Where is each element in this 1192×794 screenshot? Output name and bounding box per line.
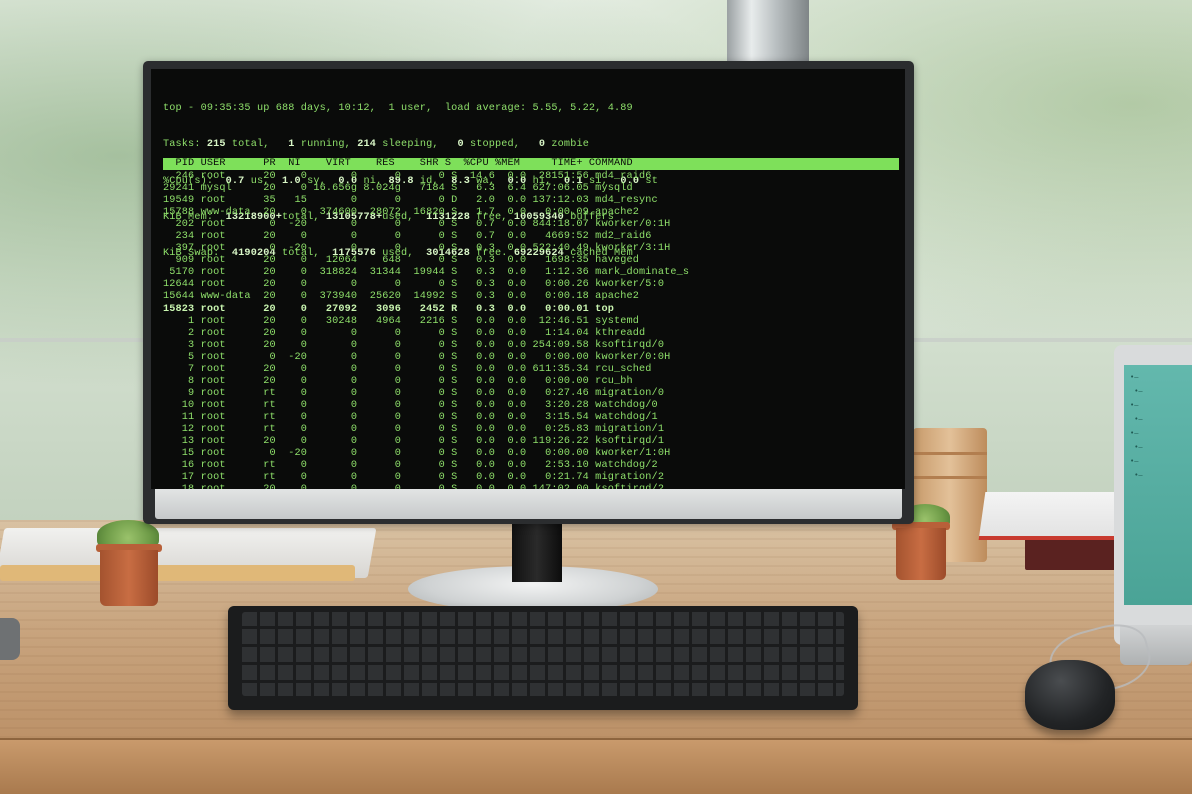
monitor-stand-neck: [512, 522, 562, 582]
process-row: 13 root 20 0 0 0 0 S 0.0 0.0 119:26.22 k…: [163, 436, 665, 448]
summary-label: total,: [225, 139, 289, 151]
keyboard-keys[interactable]: [242, 612, 844, 696]
key-row-gap: [242, 680, 844, 683]
computer-mouse[interactable]: [1025, 660, 1115, 730]
key-row-gap: [242, 626, 844, 629]
process-row: 246 root 20 0 0 0 0 S 14.6 0.0 28151:56 …: [163, 171, 652, 182]
cup-rim-line: [913, 452, 987, 455]
partial-device-left: [0, 618, 20, 660]
clipboard: [978, 492, 1124, 540]
process-row: 8 root 20 0 0 0 0 S 0.0 0.0 0:00.00 rcu_…: [163, 375, 633, 387]
process-row: 397 root 0 -20 0 0 0 S 0.3 0.0 522:40.49…: [163, 243, 671, 255]
summary-label: sleeping,: [376, 139, 458, 151]
notebook-bottom: [0, 565, 355, 581]
summary-label: zombie: [545, 139, 589, 151]
process-row: 15823 root 20 0 27092 3096 2452 R 0.3 0.…: [163, 303, 614, 315]
summary-label: running,: [294, 139, 358, 151]
desk-edge: [0, 738, 1192, 794]
process-row: 3 root 20 0 0 0 0 S 0.0 0.0 254:09.58 ks…: [163, 339, 665, 351]
cup-rim-line: [913, 476, 987, 479]
process-row: 5 root 0 -20 0 0 0 S 0.0 0.0 0:00.00 kwo…: [163, 351, 671, 363]
process-row: 2 root 20 0 0 0 0 S 0.0 0.0 1:14.04 kthr…: [163, 327, 646, 339]
terminal-screen[interactable]: top - 09:35:35 up 688 days, 10:12, 1 use…: [151, 69, 905, 489]
process-row: 909 root 20 0 12064 648 0 S 0.3 0.0 1698…: [163, 255, 640, 267]
plant-pot-right: [896, 528, 946, 580]
plant-pot-left: [100, 550, 158, 606]
summary-uptime-line: top - 09:35:35 up 688 days, 10:12, 1 use…: [163, 103, 633, 115]
process-row: 10 root rt 0 0 0 0 S 0.0 0.0 3:20.28 wat…: [163, 399, 658, 411]
process-row: 202 root 0 -20 0 0 0 S 0.7 0.0 844:18.07…: [163, 219, 671, 231]
process-row: 17 root rt 0 0 0 0 S 0.0 0.0 0:21.74 mig…: [163, 472, 665, 484]
process-row: 12 root rt 0 0 0 0 S 0.0 0.0 0:25.83 mig…: [163, 423, 665, 435]
process-row: 19549 root 35 15 0 0 0 D 2.0 0.0 137:12.…: [163, 195, 658, 207]
process-row: 29241 mysql 20 0 16.656g 8.024g 7184 S 6…: [163, 183, 633, 195]
key-row-gap: [242, 662, 844, 665]
summary-value: 215: [206, 139, 226, 151]
process-row: 7 root 20 0 0 0 0 S 0.0 0.0 611:35.34 rc…: [163, 363, 652, 375]
summary-label: stopped,: [463, 139, 539, 151]
process-row: 5170 root 20 0 318824 31344 19944 S 0.3 …: [163, 267, 690, 279]
process-row: 15644 www-data 20 0 373940 25620 14992 S…: [163, 291, 640, 303]
process-row: 11 root rt 0 0 0 0 S 0.0 0.0 3:15.54 wat…: [163, 411, 658, 423]
summary-tasks-line: Tasks: 215 total, 1 running, 214 sleepin…: [163, 139, 903, 151]
process-row: 15 root 0 -20 0 0 0 S 0.0 0.0 0:00.00 kw…: [163, 448, 671, 460]
process-row: 234 root 20 0 0 0 0 S 0.7 0.0 4669:52 md…: [163, 231, 652, 243]
laptop: [1114, 345, 1192, 645]
process-table: 246 root 20 0 0 0 0 S 14.6 0.0 28151:56 …: [163, 171, 903, 489]
monitor-bottom-bezel: [155, 489, 902, 519]
process-row: 1 root 20 0 30248 4964 2216 S 0.0 0.0 12…: [163, 315, 640, 327]
laptop-screen-marks: •— •— •— •— •— •— •— •—: [1130, 373, 1143, 479]
process-table-header: PID USER PR NI VIRT RES SHR S %CPU %MEM …: [163, 158, 899, 170]
process-row: 9 root rt 0 0 0 0 S 0.0 0.0 0:27.46 migr…: [163, 387, 665, 399]
process-row: 15788 www-data 20 0 374600 28072 16820 S…: [163, 207, 640, 219]
process-row: 12644 root 20 0 0 0 0 S 0.3 0.0 0:00.26 …: [163, 279, 665, 291]
summary-value: 214: [357, 139, 376, 151]
process-row: 16 root rt 0 0 0 0 S 0.0 0.0 2:53.10 wat…: [163, 460, 658, 472]
keyboard[interactable]: [228, 606, 858, 710]
monitor-arm-pole: [727, 0, 809, 64]
desktop-monitor: top - 09:35:35 up 688 days, 10:12, 1 use…: [143, 61, 914, 524]
key-row-gap: [242, 644, 844, 647]
summary-label: Tasks:: [163, 139, 207, 151]
